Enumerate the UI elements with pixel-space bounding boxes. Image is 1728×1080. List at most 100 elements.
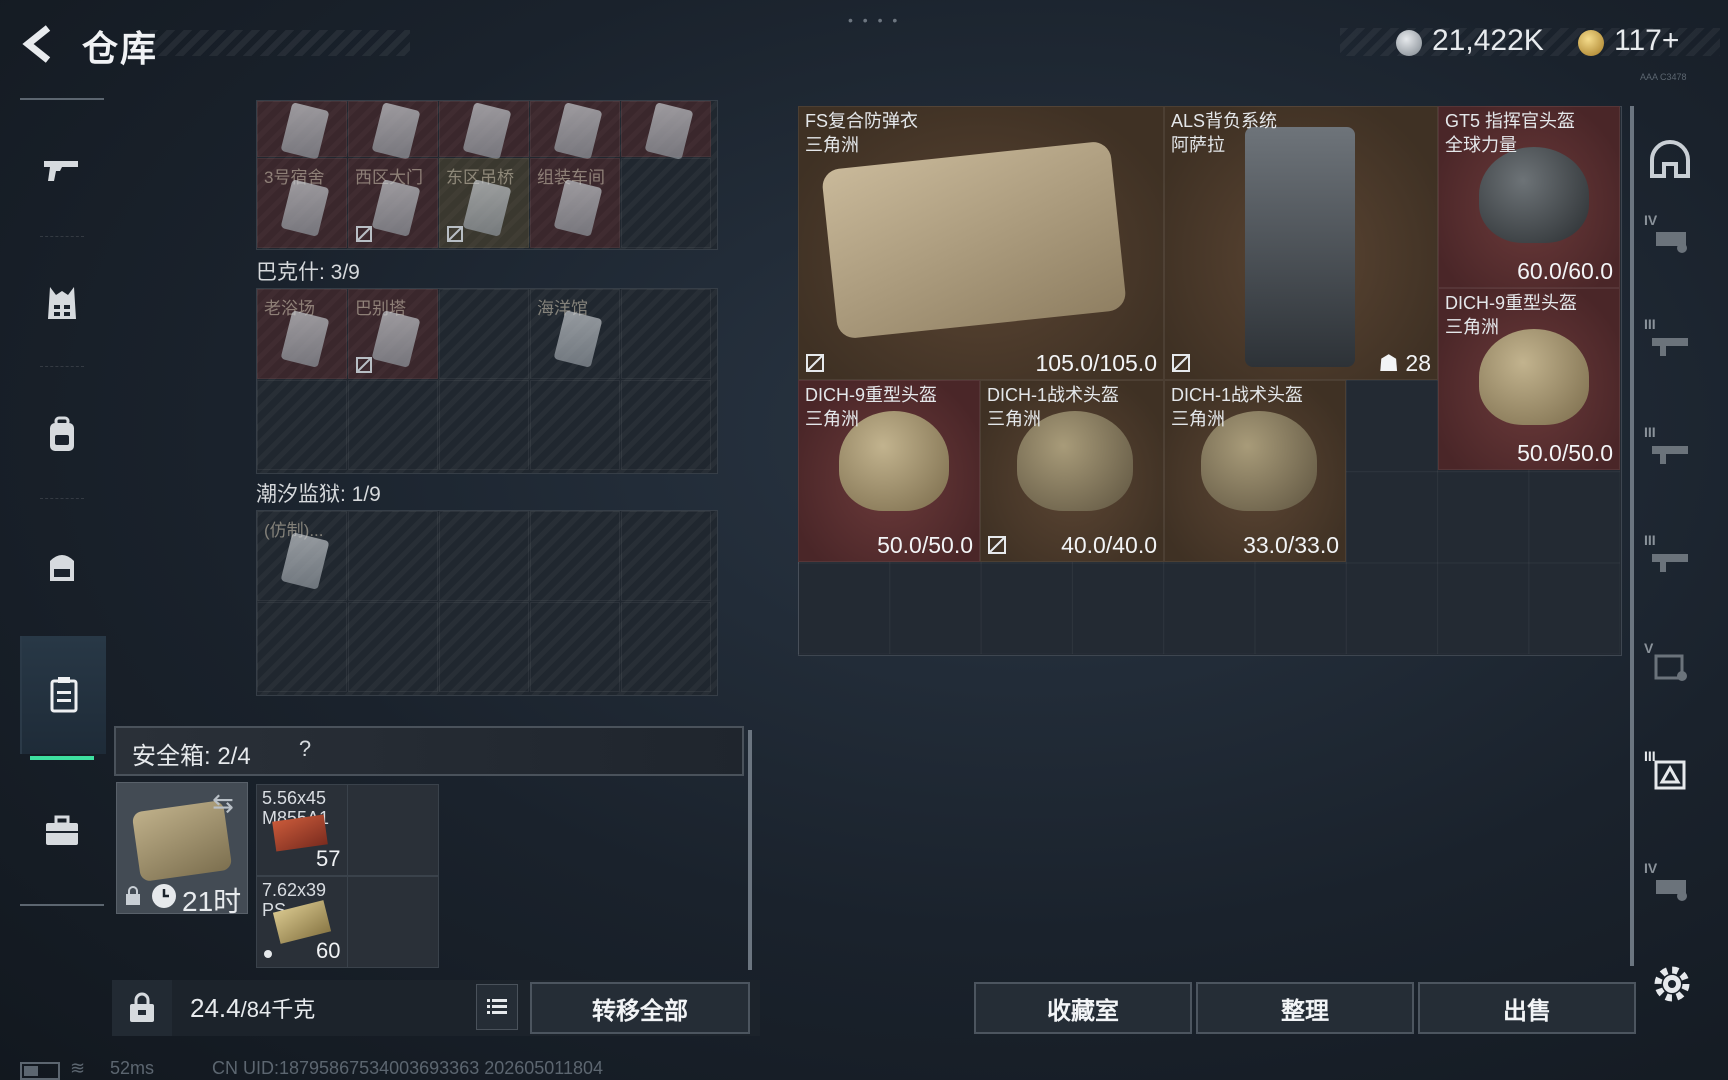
key-slot[interactable] <box>621 101 711 160</box>
nav-toolbox[interactable] <box>20 772 104 890</box>
no-insurance-icon <box>1172 354 1190 372</box>
swap-icon[interactable]: ⇆ <box>212 788 234 819</box>
back-arrow-icon[interactable] <box>18 22 62 66</box>
nav-armor[interactable] <box>20 244 104 362</box>
key-slot-empty[interactable] <box>439 380 529 470</box>
key-slot[interactable]: 东区吊桥 <box>439 158 529 248</box>
right-scrollbar[interactable] <box>1630 106 1634 966</box>
key-slot-empty[interactable] <box>439 289 529 379</box>
key-slot-empty[interactable] <box>621 602 711 692</box>
rail-tier-filter[interactable]: IV <box>1640 856 1700 916</box>
no-insurance-icon <box>356 357 372 373</box>
weight-max: /84千克 <box>240 997 316 1022</box>
item-origin: 三角洲 <box>1171 409 1225 429</box>
helmet-image <box>1479 329 1589 425</box>
rail-tier-filter-active[interactable]: III <box>1640 744 1700 804</box>
item-capacity: ☗ 28 <box>1378 350 1431 377</box>
rail-tier-filter[interactable]: III <box>1640 528 1700 588</box>
ping-readout: 52ms <box>110 1058 155 1078</box>
key-slot-empty[interactable] <box>621 511 711 601</box>
key-slot-empty[interactable] <box>439 602 529 692</box>
help-icon[interactable]: ? <box>290 736 320 764</box>
key-slot[interactable]: 海洋馆 <box>530 289 620 379</box>
lock-icon <box>130 992 154 1022</box>
item-name: DICH-1战术头盔 <box>987 385 1120 405</box>
key-slot[interactable] <box>530 101 620 160</box>
key-slot-empty[interactable] <box>621 158 711 248</box>
ammo-slot-empty[interactable] <box>347 784 439 876</box>
chest-rig-icon <box>50 555 74 581</box>
key-slot-empty[interactable] <box>621 380 711 470</box>
key-grid-bakesh: 老浴场 巴别塔 海洋馆 <box>256 288 718 474</box>
key-slot[interactable] <box>348 101 438 160</box>
equipment-item-helmet[interactable]: DICH-1战术头盔 三角洲 40.0/40.0 <box>980 380 1164 562</box>
rail-tier-filter[interactable]: III <box>1640 420 1700 480</box>
ammo-name-line1: 7.62x39 <box>262 880 327 900</box>
equipment-item-helmet[interactable]: DICH-1战术头盔 三角洲 33.0/33.0 <box>1164 380 1346 562</box>
key-slot-empty[interactable] <box>530 602 620 692</box>
transfer-all-button[interactable]: 转移全部 <box>530 982 750 1034</box>
key-slot[interactable]: 巴别塔 <box>348 289 438 379</box>
key-slot-empty[interactable] <box>530 380 620 470</box>
rail-helmet-filter[interactable] <box>1640 130 1700 190</box>
equipment-item-vest[interactable]: FS复合防弹衣 三角洲 105.0/105.0 <box>798 106 1164 380</box>
gold-currency-value[interactable]: 117+ <box>1614 24 1679 58</box>
key-slot[interactable]: 3号宿舍 <box>257 158 347 248</box>
item-origin: 三角洲 <box>987 409 1041 429</box>
title-decoration <box>150 30 410 56</box>
key-grid-tide: (仿制)... <box>256 510 718 696</box>
tier-label: V <box>1644 640 1654 656</box>
lock-icon <box>126 886 140 905</box>
helmet-outline-icon <box>1650 140 1690 178</box>
weight-lock-area[interactable] <box>112 980 172 1036</box>
rail-tier-filter[interactable]: IV <box>1640 208 1700 268</box>
sort-button[interactable]: 整理 <box>1196 982 1414 1034</box>
no-insurance-icon <box>988 536 1006 554</box>
rail-tier-filter[interactable]: V <box>1640 636 1700 696</box>
key-slot-empty[interactable] <box>348 602 438 692</box>
key-slot[interactable] <box>257 101 347 160</box>
rail-tier-filter[interactable]: III <box>1640 312 1700 372</box>
key-slot[interactable]: 西区大门 <box>348 158 438 248</box>
key-slot-empty[interactable] <box>348 380 438 470</box>
ammo-slot-empty[interactable] <box>347 876 439 968</box>
sell-button[interactable]: 出售 <box>1418 982 1636 1034</box>
collection-room-button[interactable]: 收藏室 <box>974 982 1192 1034</box>
drag-handle[interactable]: • • • • <box>848 12 900 28</box>
no-insurance-icon <box>447 226 463 242</box>
equipment-item-backpack[interactable]: ALS背负系统 阿萨拉 ☗ 28 <box>1164 106 1438 380</box>
left-scrollbar[interactable] <box>748 730 752 970</box>
settings-gear-icon[interactable] <box>1650 962 1694 1006</box>
list-view-button[interactable] <box>476 984 518 1030</box>
nav-chest-rig[interactable] <box>20 508 104 626</box>
battery-fill <box>24 1066 38 1076</box>
nav-sep <box>40 366 84 367</box>
key-slot[interactable]: 组装车间 <box>530 158 620 248</box>
key-slot-empty[interactable] <box>530 511 620 601</box>
key-slot-empty[interactable] <box>348 511 438 601</box>
equipment-item-helmet[interactable]: GT5 指挥官头盔 全球力量 60.0/60.0 <box>1438 106 1620 288</box>
equipment-item-helmet[interactable]: DICH-9重型头盔 三角洲 50.0/50.0 <box>1438 288 1620 470</box>
helmet-image <box>1479 147 1589 243</box>
nav-backpack[interactable] <box>20 376 104 494</box>
key-slot[interactable]: (仿制)... <box>257 511 347 601</box>
key-slot-empty[interactable] <box>621 289 711 379</box>
key-slot-empty[interactable] <box>257 602 347 692</box>
key-slot-empty[interactable] <box>439 511 529 601</box>
item-durability: 50.0/50.0 <box>1517 440 1613 466</box>
user-uid: CN UID:18795867534003693363 202605011804 <box>212 1058 604 1078</box>
equipment-item-helmet[interactable]: DICH-9重型头盔 三角洲 50.0/50.0 <box>798 380 980 562</box>
key-card-icon <box>553 102 603 160</box>
page-title: 仓库 <box>82 28 159 69</box>
backpack-image <box>1245 127 1355 367</box>
item-durability: 50.0/50.0 <box>877 532 973 558</box>
ammo-name-line1: 5.56x45 <box>262 788 327 808</box>
item-name: DICH-9重型头盔 <box>1445 293 1578 313</box>
silver-currency-value: 21,422K <box>1432 24 1544 57</box>
key-slot[interactable] <box>439 101 529 160</box>
key-slot-empty[interactable] <box>257 380 347 470</box>
nav-weapons[interactable] <box>20 112 104 230</box>
nav-case[interactable] <box>20 636 106 754</box>
key-slot[interactable]: 老浴场 <box>257 289 347 379</box>
status-dot <box>264 950 272 958</box>
